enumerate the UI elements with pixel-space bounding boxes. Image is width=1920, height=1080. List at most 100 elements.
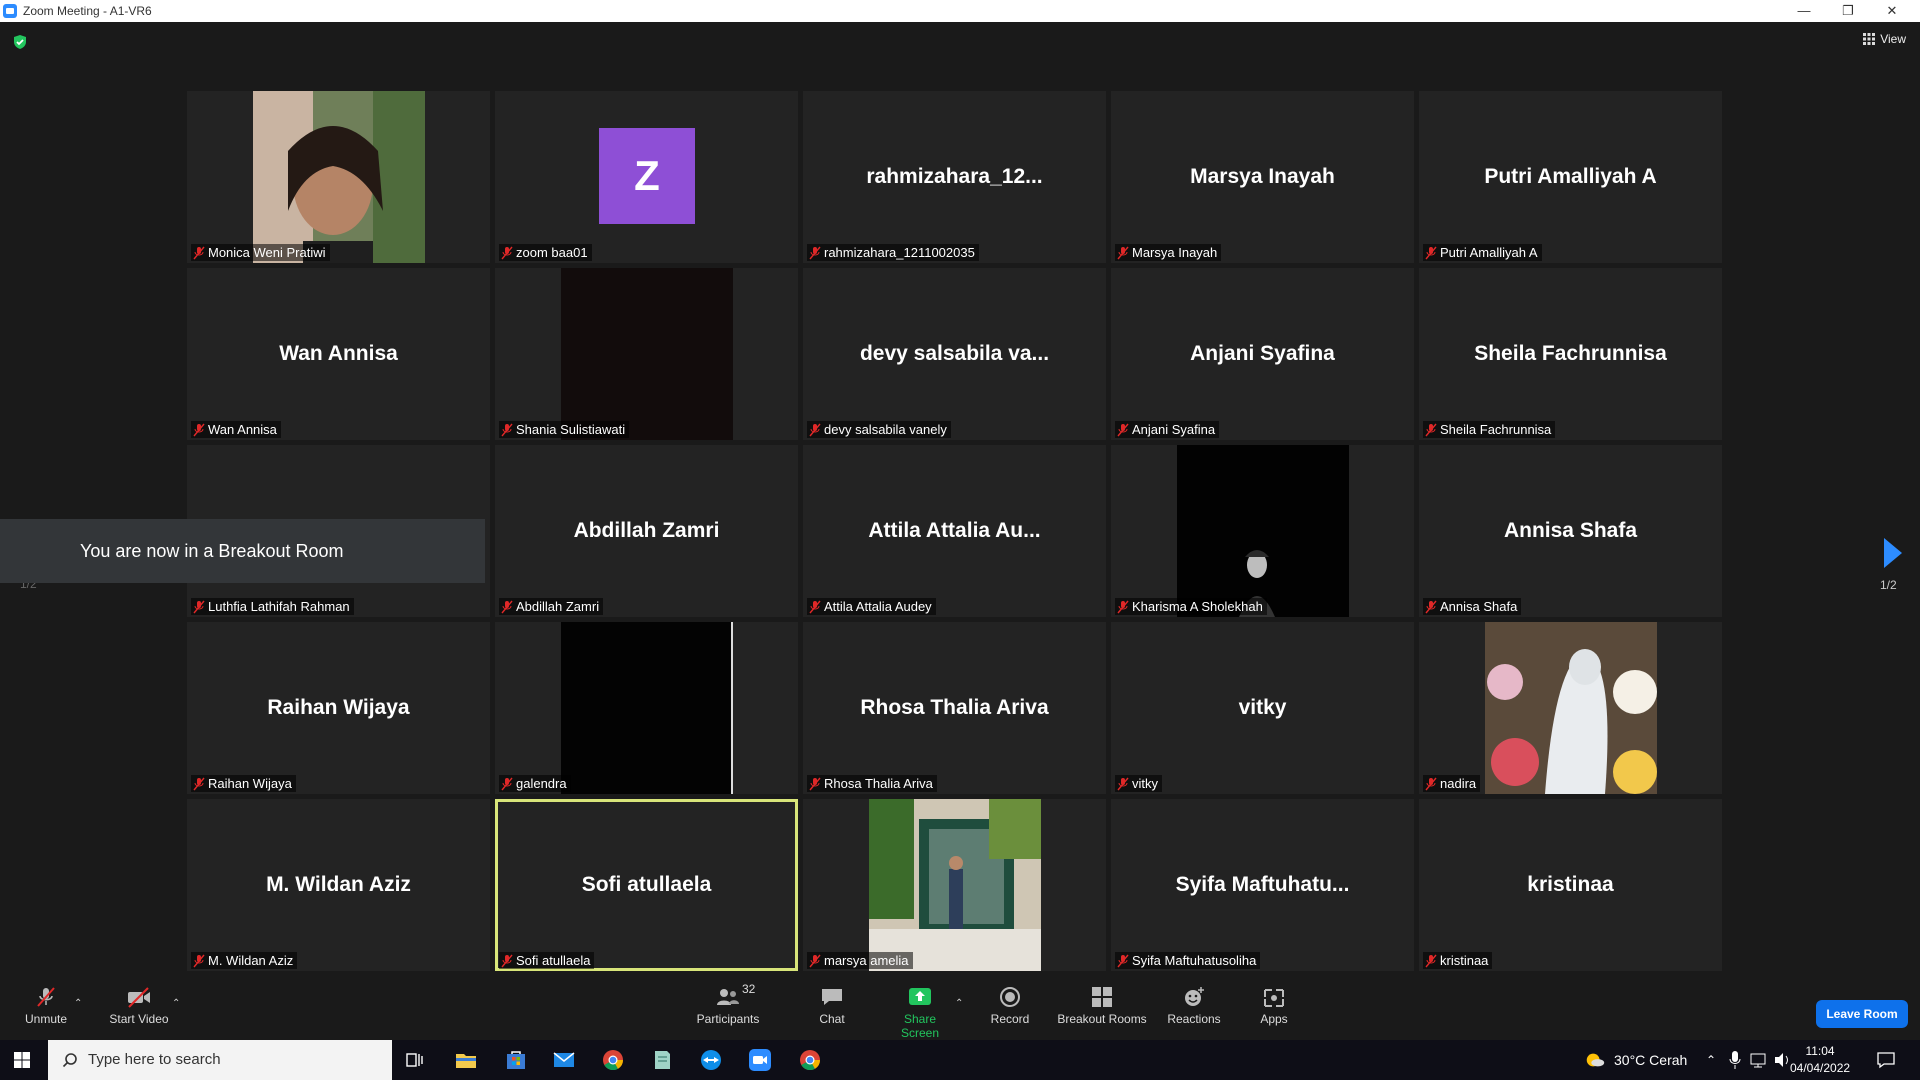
share-screen-button[interactable]: Share Screen [884, 986, 956, 1040]
participant-tile[interactable]: Raihan Wijaya Raihan Wijaya [187, 622, 490, 794]
participant-name-label: rahmizahara_1211002035 [824, 245, 975, 260]
muted-mic-icon [809, 954, 821, 967]
muted-mic-icon [1425, 246, 1437, 259]
record-icon [1000, 987, 1020, 1007]
teamviewer-icon[interactable] [699, 1048, 723, 1072]
audio-options-chevron-icon[interactable]: ⌃ [74, 998, 82, 1009]
participant-name-tag: devy salsabila vanely [807, 421, 951, 438]
clock-date: 04/04/2022 [1790, 1061, 1851, 1075]
share-screen-arrow-icon [909, 988, 931, 1005]
participant-tile[interactable]: kristinaa kristinaa [1419, 799, 1722, 971]
chat-button[interactable]: Chat [812, 986, 852, 1026]
windows-start-icon[interactable] [14, 1052, 30, 1068]
participant-name-label: devy salsabila vanely [824, 422, 947, 437]
microphone-muted-icon [37, 987, 55, 1007]
participant-tile[interactable]: Anjani Syafina Anjani Syafina [1111, 268, 1414, 440]
breakout-rooms-icon [1092, 987, 1112, 1007]
network-icon[interactable] [1748, 1050, 1768, 1070]
tray-expand-chevron-icon[interactable]: ⌃ [1706, 1040, 1716, 1080]
participant-tile[interactable]: M. Wildan Aziz M. Wildan Aziz [187, 799, 490, 971]
participant-tile[interactable]: Kharisma A Sholekhah [1111, 445, 1414, 617]
reactions-button[interactable]: Reactions [1164, 986, 1224, 1026]
record-label: Record [990, 1012, 1030, 1026]
participant-name-label: Wan Annisa [208, 422, 277, 437]
participant-tile[interactable]: nadira [1419, 622, 1722, 794]
participant-name-label: Sheila Fachrunnisa [1440, 422, 1552, 437]
unmute-button[interactable]: Unmute [20, 986, 72, 1026]
participant-display-name: Wan Annisa [279, 342, 398, 365]
participant-name-label: Syifa Maftuhatusoliha [1132, 953, 1257, 968]
video-camera-off-icon [128, 987, 150, 1008]
participant-tile[interactable]: Zzoom baa01 [495, 91, 798, 263]
participant-tile[interactable]: Syifa Maftuhatu... Syifa Maftuhatusoliha [1111, 799, 1414, 971]
participant-tile[interactable]: vitky vitky [1111, 622, 1414, 794]
participants-button[interactable]: 32 Participants [694, 982, 762, 1026]
participant-tile[interactable]: devy salsabila va... devy salsabila vanel… [803, 268, 1106, 440]
participant-name-tag: Marsya Inayah [1115, 244, 1222, 261]
minimize-button[interactable]: — [1782, 0, 1826, 22]
participant-tile[interactable]: Putri Amalliyah A Putri Amalliyah A [1419, 91, 1722, 263]
video-options-chevron-icon[interactable]: ⌃ [172, 998, 180, 1009]
page-indicator-right: 1/2 [1880, 578, 1897, 592]
task-view-icon[interactable] [403, 1048, 427, 1072]
participant-display-name: Sheila Fachrunnisa [1474, 342, 1667, 365]
participant-display-name: rahmizahara_12... [866, 165, 1043, 188]
start-video-button[interactable]: Start Video [106, 986, 172, 1026]
restore-button[interactable]: ❐ [1826, 0, 1870, 22]
encryption-shield-icon[interactable] [12, 34, 28, 50]
participant-tile[interactable]: Rhosa Thalia Ariva Rhosa Thalia Ariva [803, 622, 1106, 794]
chrome-icon[interactable] [601, 1048, 625, 1072]
next-page-arrow-icon[interactable] [1884, 538, 1902, 568]
taskbar-search-box[interactable]: Type here to search [48, 1040, 392, 1080]
mail-icon[interactable] [552, 1048, 576, 1072]
share-screen-label: Share Screen [900, 1012, 940, 1040]
file-explorer-icon[interactable] [454, 1048, 478, 1072]
share-options-chevron-icon[interactable]: ⌃ [955, 998, 963, 1009]
breakout-rooms-button[interactable]: Breakout Rooms [1056, 986, 1148, 1026]
chat-bubble-icon [822, 989, 842, 1005]
weather-text[interactable]: 30°C Cerah [1614, 1040, 1687, 1080]
muted-mic-icon [1117, 600, 1129, 613]
participant-tile[interactable]: Abdillah Zamri Abdillah Zamri [495, 445, 798, 617]
notifications-icon[interactable] [1876, 1050, 1896, 1070]
participant-name-tag: Annisa Shafa [1423, 598, 1522, 615]
zoom-taskbar-icon[interactable] [748, 1048, 772, 1072]
chrome-window-icon[interactable] [798, 1048, 822, 1072]
muted-mic-icon [1425, 600, 1437, 613]
microphone-tray-icon[interactable] [1728, 1050, 1742, 1070]
taskbar-clock[interactable]: 11:04 04/04/2022 [1790, 1043, 1850, 1077]
microsoft-store-icon[interactable] [504, 1048, 528, 1072]
notes-app-icon[interactable] [650, 1048, 674, 1072]
participant-name-tag: M. Wildan Aziz [191, 952, 298, 969]
participant-tile[interactable]: marsya amelia [803, 799, 1106, 971]
participant-tile[interactable]: Sofi atullaela Sofi atullaela [495, 799, 798, 971]
muted-mic-icon [193, 777, 205, 790]
participant-video-feed [561, 622, 733, 794]
participant-tile[interactable]: Sheila Fachrunnisa Sheila Fachrunnisa [1419, 268, 1722, 440]
participant-name-tag: Sofi atullaela [499, 952, 595, 969]
participant-tile[interactable]: rahmizahara_12... rahmizahara_1211002035 [803, 91, 1106, 263]
participant-name-label: galendra [516, 776, 567, 791]
leave-room-button[interactable]: Leave Room [1816, 1000, 1908, 1028]
participant-name-label: M. Wildan Aziz [208, 953, 294, 968]
volume-icon[interactable] [1772, 1050, 1792, 1070]
participant-tile[interactable]: Shania Sulistiawati [495, 268, 798, 440]
participant-video-feed [869, 799, 1041, 971]
close-button[interactable]: ✕ [1870, 0, 1914, 22]
participant-tile[interactable]: Annisa Shafa Annisa Shafa [1419, 445, 1722, 617]
participant-name-label: kristinaa [1440, 953, 1489, 968]
weather-sun-icon[interactable] [1584, 1049, 1606, 1071]
meeting-toolbar: Unmute ⌃ Start Video ⌃ 32 Participants C… [0, 972, 1920, 1040]
participant-tile[interactable]: Monica Weni Pratiwi [187, 91, 490, 263]
participant-tile[interactable]: Wan Annisa Wan Annisa [187, 268, 490, 440]
muted-mic-icon [501, 600, 513, 613]
participant-tile[interactable]: galendra [495, 622, 798, 794]
participant-name-label: vitky [1132, 776, 1158, 791]
muted-mic-icon [501, 777, 513, 790]
apps-button[interactable]: Apps [1256, 986, 1292, 1026]
record-button[interactable]: Record [986, 986, 1034, 1026]
participant-tile[interactable]: Attila Attalia Au... Attila Attalia Audey [803, 445, 1106, 617]
search-icon [62, 1053, 77, 1068]
view-button[interactable]: View [1863, 32, 1906, 46]
participant-tile[interactable]: Marsya Inayah Marsya Inayah [1111, 91, 1414, 263]
